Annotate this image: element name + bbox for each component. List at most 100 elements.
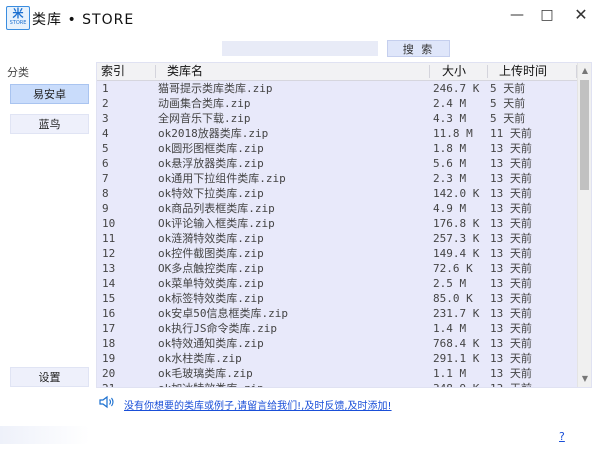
table-row[interactable]: 2 动画集合类库.zip 2.4 M 5 天前	[97, 96, 577, 111]
row-upload-time: 13 天前	[490, 322, 532, 335]
row-index: 14	[102, 277, 116, 290]
row-index: 20	[102, 367, 116, 380]
row-size: 2.4 M	[433, 97, 467, 110]
row-size: 2.5 M	[433, 277, 467, 290]
table-row[interactable]: 11 ok涟漪特效类库.zip 257.3 K 13 天前	[97, 231, 577, 246]
minimize-icon: —	[510, 7, 524, 23]
row-upload-time: 13 天前	[490, 187, 532, 200]
speaker-icon	[99, 395, 114, 409]
row-name: 全网音乐下载.zip	[158, 112, 251, 125]
row-upload-time: 13 天前	[490, 307, 532, 320]
help-link[interactable]: ?	[559, 430, 565, 443]
table-body: 1 猫哥提示类库类库.zip 246.7 K 5 天前 2 动画集合类库.zip 2.4 M…	[97, 81, 577, 387]
vertical-scrollbar[interactable]: ▲ ▼	[577, 63, 591, 387]
title-bar: 米 STORE 类库 • STORE — □ ✕	[0, 0, 600, 36]
minimize-button[interactable]: —	[500, 2, 534, 28]
row-size: 4.9 M	[433, 202, 467, 215]
logo-mark: 米	[12, 7, 24, 20]
row-index: 19	[102, 352, 116, 365]
table-row[interactable]: 4 ok2018放器类库.zip 11.8 M 11 天前	[97, 126, 577, 141]
scroll-thumb[interactable]	[580, 80, 589, 190]
settings-button[interactable]: 设置	[10, 367, 89, 387]
table-row[interactable]: 10 Ok评论输入框类库.zip 176.8 K 13 天前	[97, 216, 577, 231]
row-size: 291.1 K	[433, 352, 480, 365]
row-name: ok控件截图类库.zip	[158, 247, 264, 260]
row-index: 11	[102, 232, 116, 245]
table-row[interactable]: 21 ok加冰特效类库.zip 348.9 K 13 天前	[97, 381, 577, 387]
header-name[interactable]: 类库名	[167, 64, 203, 79]
table-row[interactable]: 13 OK多点触控类库.zip 72.6 K 13 天前	[97, 261, 577, 276]
header-divider	[487, 65, 488, 78]
row-upload-time: 13 天前	[490, 352, 532, 365]
row-index: 3	[102, 112, 109, 125]
scroll-down-icon[interactable]: ▼	[578, 371, 591, 387]
table-row[interactable]: 8 ok特效下拉类库.zip 142.0 K 13 天前	[97, 186, 577, 201]
table-row[interactable]: 3 全网音乐下载.zip 4.3 M 5 天前	[97, 111, 577, 126]
row-name: ok特效通知类库.zip	[158, 337, 264, 350]
table-row[interactable]: 17 ok执行JS命令类库.zip 1.4 M 13 天前	[97, 321, 577, 336]
header-index[interactable]: 索引	[101, 64, 125, 79]
table-row[interactable]: 1 猫哥提示类库类库.zip 246.7 K 5 天前	[97, 81, 577, 96]
row-size: 257.3 K	[433, 232, 480, 245]
row-upload-time: 5 天前	[490, 112, 526, 125]
sidebar-item-yianzhuo[interactable]: 易安卓	[10, 84, 89, 104]
row-upload-time: 13 天前	[490, 217, 532, 230]
row-index: 5	[102, 142, 109, 155]
table-row[interactable]: 7 ok通用下拉组件类库.zip 2.3 M 13 天前	[97, 171, 577, 186]
row-index: 16	[102, 307, 116, 320]
header-upload-time[interactable]: 上传时间	[499, 64, 547, 79]
row-size: 1.8 M	[433, 142, 467, 155]
row-name: 动画集合类库.zip	[158, 97, 251, 110]
row-size: 2.3 M	[433, 172, 467, 185]
sidebar-item-lanniao[interactable]: 蓝鸟	[10, 114, 89, 134]
search-button[interactable]: 搜 索	[387, 40, 450, 57]
table-header: 索引 类库名 大小 上传时间	[97, 63, 577, 81]
row-name: 猫哥提示类库类库.zip	[158, 82, 273, 95]
row-name: ok涟漪特效类库.zip	[158, 232, 264, 245]
row-upload-time: 13 天前	[490, 367, 532, 380]
header-divider	[429, 65, 430, 78]
table-row[interactable]: 20 ok毛玻璃类库.zip 1.1 M 13 天前	[97, 366, 577, 381]
close-button[interactable]: ✕	[564, 2, 598, 28]
status-bar	[0, 426, 90, 444]
row-name: ok通用下拉组件类库.zip	[158, 172, 286, 185]
row-name: ok毛玻璃类库.zip	[158, 367, 253, 380]
row-index: 4	[102, 127, 109, 140]
row-index: 12	[102, 247, 116, 260]
row-size: 246.7 K	[433, 82, 480, 95]
row-name: ok水柱类库.zip	[158, 352, 242, 365]
feedback-link[interactable]: 没有你想要的类库或例子,请留言给我们!,及时反馈,及时添加!	[124, 397, 392, 412]
table-row[interactable]: 6 ok悬浮放器类库.zip 5.6 M 13 天前	[97, 156, 577, 171]
row-upload-time: 13 天前	[490, 142, 532, 155]
maximize-icon: □	[540, 7, 554, 23]
logo-text: STORE	[9, 20, 27, 26]
row-index: 10	[102, 217, 116, 230]
row-size: 348.9 K	[433, 381, 479, 387]
table-row[interactable]: 14 ok菜单特效类库.zip 2.5 M 13 天前	[97, 276, 577, 291]
row-name: ok执行JS命令类库.zip	[158, 322, 277, 335]
table-row[interactable]: 15 ok标签特效类库.zip 85.0 K 13 天前	[97, 291, 577, 306]
search-input[interactable]	[222, 41, 378, 56]
row-name: ok标签特效类库.zip	[158, 292, 264, 305]
maximize-button[interactable]: □	[530, 2, 564, 28]
row-upload-time: 13 天前	[490, 157, 532, 170]
row-upload-time: 13 天前	[490, 202, 532, 215]
row-upload-time: 13 天前	[490, 247, 532, 260]
table-row[interactable]: 16 ok安卓50信息框类库.zip 231.7 K 13 天前	[97, 306, 577, 321]
row-index: 17	[102, 322, 116, 335]
row-name: ok商品列表框类库.zip	[158, 202, 275, 215]
table-row[interactable]: 12 ok控件截图类库.zip 149.4 K 13 天前	[97, 246, 577, 261]
row-index: 7	[102, 172, 109, 185]
table-row[interactable]: 9 ok商品列表框类库.zip 4.9 M 13 天前	[97, 201, 577, 216]
row-upload-time: 13 天前	[490, 292, 532, 305]
row-upload-time: 11 天前	[490, 127, 532, 140]
scroll-up-icon[interactable]: ▲	[578, 63, 591, 79]
table-row[interactable]: 5 ok圆形图框类库.zip 1.8 M 13 天前	[97, 141, 577, 156]
row-name: OK多点触控类库.zip	[158, 262, 264, 275]
row-size: 85.0 K	[433, 292, 473, 305]
row-upload-time: 5 天前	[490, 97, 526, 110]
row-index: 1	[102, 82, 109, 95]
table-row[interactable]: 18 ok特效通知类库.zip 768.4 K 13 天前	[97, 336, 577, 351]
header-size[interactable]: 大小	[442, 64, 466, 79]
table-row[interactable]: 19 ok水柱类库.zip 291.1 K 13 天前	[97, 351, 577, 366]
